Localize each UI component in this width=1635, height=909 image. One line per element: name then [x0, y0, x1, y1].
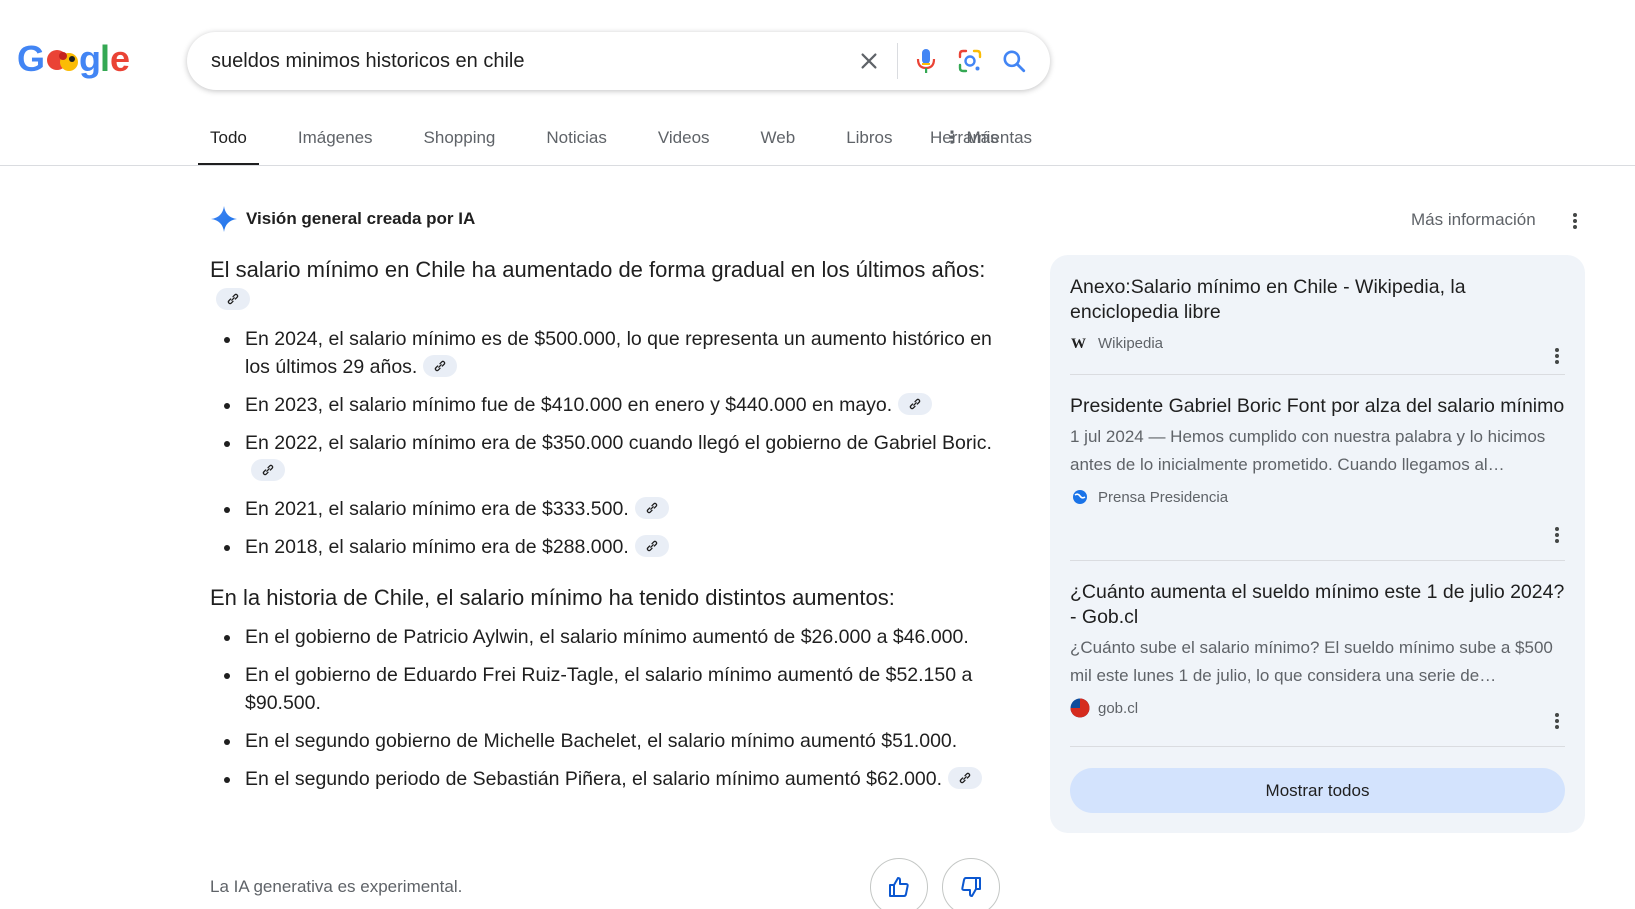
- sources-panel: Anexo:Salario mínimo en Chile - Wikipedi…: [1050, 255, 1585, 833]
- svg-text:g: g: [79, 38, 101, 79]
- source-site-name: gob.cl: [1098, 699, 1139, 717]
- search-box-actions: [847, 32, 1036, 90]
- google-logo[interactable]: G g l e: [17, 38, 129, 82]
- thumbs-down-icon: [961, 877, 981, 897]
- source-menu-icon[interactable]: [1549, 710, 1565, 732]
- citation-link-icon[interactable]: [948, 766, 983, 789]
- source-card[interactable]: Anexo:Salario mínimo en Chile - Wikipedi…: [1070, 275, 1565, 364]
- ai-overview-history: En la historia de Chile, el salario míni…: [210, 585, 895, 610]
- google-doodle-icon: G g l e: [17, 38, 129, 79]
- tab-label: Videos: [657, 128, 710, 147]
- list-item-text: En el gobierno de Patricio Aylwin, el sa…: [245, 626, 969, 648]
- source-title[interactable]: ¿Cuánto aumenta el sueldo mínimo este 1 …: [1070, 580, 1565, 630]
- ai-overview-menu-icon[interactable]: [1565, 210, 1585, 232]
- tab-noticias[interactable]: Noticias: [534, 118, 618, 166]
- tab-todo[interactable]: Todo: [198, 118, 259, 166]
- tab-imagenes[interactable]: Imágenes: [286, 118, 385, 166]
- list-item: En el segundo periodo de Sebastián Piñer…: [210, 765, 1010, 793]
- source-title[interactable]: Anexo:Salario mínimo en Chile - Wikipedi…: [1070, 275, 1565, 325]
- globe-icon: [1070, 487, 1090, 507]
- ai-overview-intro: El salario mínimo en Chile ha aumentado …: [210, 255, 1010, 315]
- ai-disclaimer: La IA generativa es experimental.: [210, 877, 463, 896]
- list-item: En el gobierno de Eduardo Frei Ruiz-Tagl…: [210, 661, 1010, 717]
- list-item: En 2022, el salario mínimo era de $350.0…: [210, 429, 1010, 485]
- search-box-divider: [897, 43, 898, 79]
- list-item: En 2024, el salario mínimo es de $500.00…: [210, 325, 1010, 381]
- list-item-text: En 2018, el salario mínimo era de $288.0…: [245, 536, 629, 558]
- list-item-text: En el segundo periodo de Sebastián Piñer…: [245, 768, 943, 790]
- thumbs-up-icon: [889, 877, 909, 897]
- svg-text:W: W: [1071, 336, 1086, 350]
- source-card[interactable]: Presidente Gabriel Boric Font por alza d…: [1070, 394, 1565, 543]
- gemini-sparkle-icon: [211, 206, 237, 232]
- tab-shopping[interactable]: Shopping: [412, 118, 508, 166]
- tab-label: Imágenes: [297, 128, 373, 147]
- header-divider: [0, 165, 1635, 166]
- source-site: W Wikipedia: [1070, 333, 1565, 353]
- source-snippet: ¿Cuánto sube el salario mínimo? El sueld…: [1070, 638, 1553, 685]
- source-site: gob.cl: [1070, 698, 1565, 718]
- list-item-text: En 2023, el salario mínimo fue de $410.0…: [245, 394, 893, 416]
- source-divider: [1070, 746, 1565, 747]
- show-all-button[interactable]: Mostrar todos: [1070, 768, 1565, 813]
- list-item: En 2023, el salario mínimo fue de $410.0…: [210, 391, 1010, 419]
- svg-text:l: l: [100, 38, 110, 79]
- gob-cl-icon: [1070, 698, 1090, 718]
- tab-label: Web: [760, 128, 796, 147]
- svg-text:e: e: [110, 38, 129, 79]
- source-divider: [1070, 560, 1565, 561]
- intro-text: El salario mínimo en Chile ha aumentado …: [210, 257, 986, 282]
- tab-videos[interactable]: Videos: [646, 118, 722, 166]
- ai-overview-title: Visión general creada por IA: [246, 209, 476, 228]
- source-menu-icon[interactable]: [1549, 524, 1565, 546]
- wikipedia-icon: W: [1070, 333, 1090, 353]
- source-title[interactable]: Presidente Gabriel Boric Font por alza d…: [1070, 394, 1565, 419]
- list-item: En 2021, el salario mínimo era de $333.5…: [210, 495, 1010, 523]
- source-card[interactable]: ¿Cuánto aumenta el sueldo mínimo este 1 …: [1070, 580, 1565, 729]
- tab-label: Shopping: [423, 128, 496, 147]
- lens-icon[interactable]: [948, 39, 992, 83]
- list-item-text: En el segundo gobierno de Michelle Bache…: [245, 730, 958, 752]
- list-item-text: En 2024, el salario mínimo es de $500.00…: [245, 328, 992, 378]
- citation-link-icon[interactable]: [898, 392, 933, 415]
- tab-web[interactable]: Web: [749, 118, 808, 166]
- source-menu-icon[interactable]: [1549, 345, 1565, 367]
- citation-link-icon[interactable]: [423, 354, 458, 377]
- thumbs-down-button[interactable]: [942, 858, 1000, 909]
- citation-link-icon[interactable]: [251, 458, 285, 481]
- list-item: En 2018, el salario mínimo era de $288.0…: [210, 533, 1010, 561]
- list-item-text: En 2021, el salario mínimo era de $333.5…: [245, 498, 629, 520]
- source-site-name: Wikipedia: [1098, 334, 1164, 352]
- tab-label: Todo: [210, 128, 247, 147]
- ai-overview-content: El salario mínimo en Chile ha aumentado …: [210, 255, 1010, 803]
- tab-libros[interactable]: Libros: [834, 118, 904, 166]
- list-item: En el segundo gobierno de Michelle Bache…: [210, 727, 1010, 755]
- list-item-text: En 2022, el salario mínimo era de $350.0…: [245, 432, 992, 454]
- tools-button[interactable]: Herramientas: [930, 128, 1032, 148]
- search-box[interactable]: [187, 32, 1050, 90]
- source-divider: [1070, 374, 1565, 375]
- search-input[interactable]: [211, 49, 811, 73]
- list-item: En el gobierno de Patricio Aylwin, el sa…: [210, 623, 1010, 651]
- thumbs-up-button[interactable]: [870, 858, 928, 909]
- citation-link-icon[interactable]: [216, 288, 250, 311]
- ai-overview-header: Visión general creada por IA: [210, 205, 475, 233]
- source-site-name: Prensa Presidencia: [1098, 488, 1229, 506]
- close-icon[interactable]: [847, 39, 891, 83]
- more-info-link[interactable]: Más información: [1411, 210, 1536, 230]
- source-snippet: 1 jul 2024 — Hemos cumplido con nuestra …: [1070, 427, 1546, 474]
- tab-label: Libros: [846, 128, 893, 147]
- citation-link-icon[interactable]: [634, 496, 669, 519]
- bullet-list-history: En el gobierno de Patricio Aylwin, el sa…: [210, 623, 1010, 793]
- search-tabs: Todo Imágenes Shopping Noticias Videos W…: [198, 118, 1038, 166]
- list-item-text: En el gobierno de Eduardo Frei Ruiz-Tagl…: [245, 664, 973, 714]
- svg-text:G: G: [17, 38, 45, 79]
- bullet-list-recent: En 2024, el salario mínimo es de $500.00…: [210, 325, 1010, 561]
- tab-label: Noticias: [546, 128, 607, 147]
- microphone-icon[interactable]: [904, 39, 948, 83]
- source-site: Prensa Presidencia: [1070, 487, 1565, 507]
- citation-link-icon[interactable]: [634, 534, 669, 557]
- search-icon[interactable]: [992, 39, 1036, 83]
